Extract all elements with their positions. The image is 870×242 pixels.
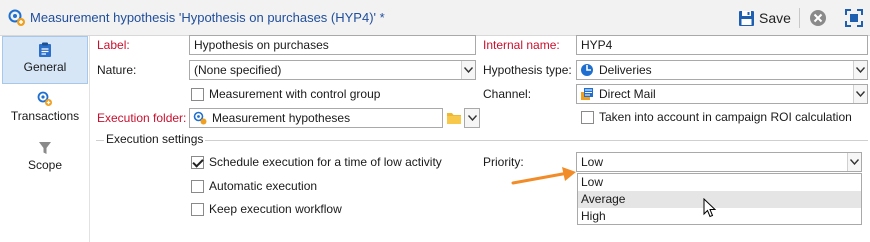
- nature-value: (None specified): [194, 63, 282, 77]
- schedule-label: Schedule execution for a time of low act…: [209, 155, 442, 169]
- priority-option-average[interactable]: Average: [578, 191, 861, 208]
- control-group-label: Measurement with control group: [209, 87, 381, 101]
- chevron-down-icon: [847, 153, 861, 171]
- label-input[interactable]: Hypothesis on purchases: [189, 35, 476, 55]
- chevron-down-icon: [853, 61, 867, 79]
- keep-workflow-label: Keep execution workflow: [209, 202, 342, 216]
- label-field-label: Label:: [97, 38, 130, 52]
- annotation-arrow-icon: [511, 167, 576, 185]
- sidebar-item-scope[interactable]: Scope: [2, 135, 88, 183]
- window-title: Measurement hypothesis 'Hypothesis on pu…: [30, 10, 385, 25]
- transactions-icon: [37, 91, 52, 106]
- folder-hypothesis-icon: [193, 111, 207, 125]
- checkbox-box: [191, 202, 204, 216]
- internal-name-input[interactable]: HYP4: [576, 35, 868, 55]
- floppy-disk-icon: [739, 10, 754, 26]
- automatic-execution-label: Automatic execution: [209, 179, 318, 193]
- mouse-pointer-icon: [703, 198, 717, 218]
- hypothesis-type-select[interactable]: Deliveries: [576, 60, 868, 80]
- hypothesis-type-value: Deliveries: [599, 63, 652, 77]
- priority-option-high[interactable]: High: [578, 208, 861, 225]
- chevron-down-icon: [853, 85, 867, 103]
- execution-settings-title: Execution settings: [104, 132, 206, 146]
- hypothesis-type-field-label: Hypothesis type:: [483, 63, 572, 77]
- checkbox-box: [191, 155, 204, 169]
- roi-label: Taken into account in campaign ROI calcu…: [599, 110, 852, 124]
- priority-value: Low: [581, 155, 604, 169]
- close-circle-icon[interactable]: [809, 9, 827, 27]
- priority-dropdown-list: Low Average High: [577, 173, 862, 225]
- nature-select[interactable]: (None specified): [189, 60, 476, 80]
- expand-icon[interactable]: [845, 9, 863, 27]
- priority-select[interactable]: Low: [576, 152, 862, 172]
- checkbox-box: [581, 110, 594, 124]
- internal-name-field-label: Internal name:: [483, 38, 560, 52]
- execution-folder-input[interactable]: Measurement hypotheses: [189, 108, 443, 128]
- save-label: Save: [759, 10, 791, 26]
- filter-funnel-icon: [39, 142, 51, 154]
- keep-workflow-checkbox[interactable]: Keep execution workflow: [191, 202, 342, 216]
- channel-select[interactable]: Direct Mail: [576, 84, 868, 104]
- execution-folder-field-label: Execution folder:: [97, 111, 187, 125]
- execution-folder-dropdown-button[interactable]: [464, 108, 480, 128]
- folder-icon[interactable]: [446, 110, 462, 126]
- clipboard-icon: [39, 42, 51, 57]
- direct-mail-icon: [581, 88, 593, 100]
- checkbox-box: [191, 179, 204, 193]
- chevron-down-icon: [467, 115, 477, 121]
- sidebar-item-transactions[interactable]: Transactions: [2, 86, 88, 134]
- channel-field-label: Channel:: [483, 87, 532, 101]
- save-button[interactable]: Save: [738, 8, 791, 28]
- schedule-checkbox[interactable]: Schedule execution for a time of low act…: [191, 155, 442, 169]
- execution-folder-value: Measurement hypotheses: [212, 111, 351, 125]
- control-group-checkbox[interactable]: Measurement with control group: [191, 87, 380, 101]
- channel-value: Direct Mail: [599, 87, 656, 101]
- deliveries-icon: [581, 64, 593, 76]
- sidebar-item-general[interactable]: General: [2, 36, 88, 84]
- sidebar-item-label: Scope: [27, 158, 63, 172]
- sidebar-item-label: Transactions: [10, 109, 80, 123]
- toolbar-separator: [799, 8, 800, 28]
- chevron-down-icon: [461, 61, 475, 79]
- sidebar: General Transactions Scope: [0, 36, 90, 242]
- roi-checkbox[interactable]: Taken into account in campaign ROI calcu…: [581, 110, 852, 124]
- title-bar: Measurement hypothesis 'Hypothesis on pu…: [0, 0, 870, 36]
- automatic-execution-checkbox[interactable]: Automatic execution: [191, 179, 317, 193]
- nature-field-label: Nature:: [97, 63, 137, 77]
- priority-option-low[interactable]: Low: [578, 174, 861, 191]
- checkbox-box: [191, 87, 204, 101]
- hypothesis-icon: [8, 9, 25, 26]
- sidebar-item-label: General: [23, 60, 67, 74]
